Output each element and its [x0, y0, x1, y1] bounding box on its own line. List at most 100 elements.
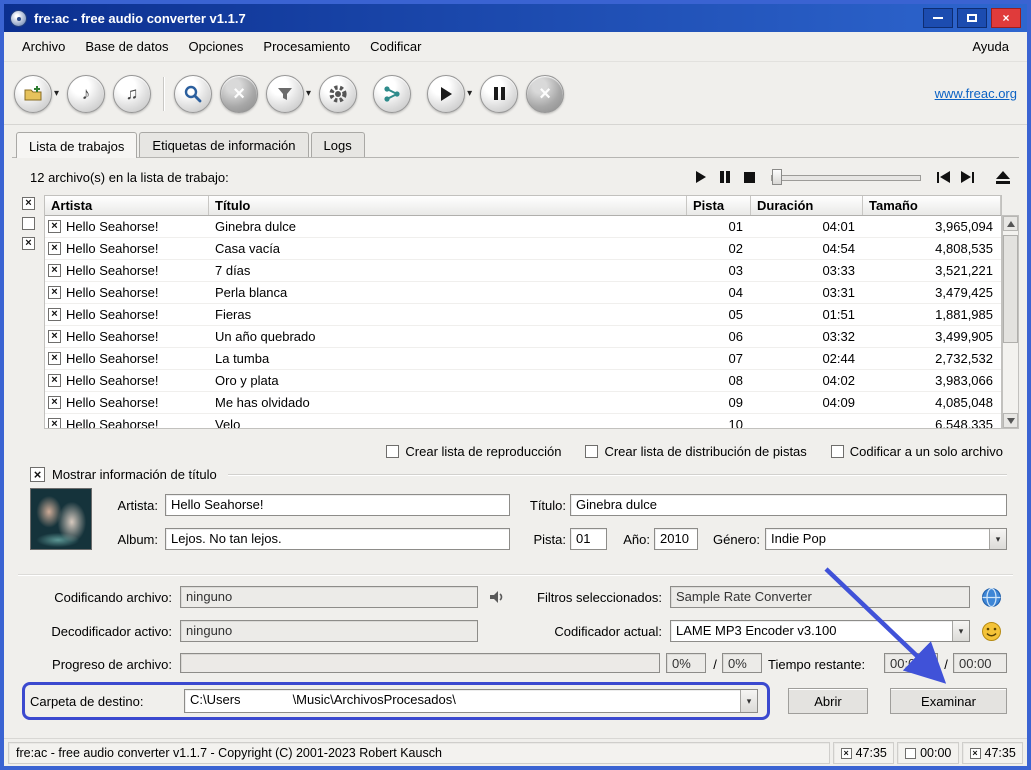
stop-encoding-button[interactable]: × [526, 74, 565, 113]
table-row[interactable]: × Hello Seahorse! Velo 10 6,548,335 [45, 414, 1001, 428]
add-files-dropdown-arrow[interactable]: ▾ [54, 88, 59, 99]
menu-opciones[interactable]: Opciones [178, 35, 253, 58]
row-checkbox[interactable]: × [48, 264, 61, 277]
previous-track-button[interactable] [931, 167, 955, 187]
output-folder-combo[interactable]: C:\Users \Music\ArchivosProcesados\ ▾ [184, 689, 758, 713]
toggle-selection-checkbox[interactable]: × [22, 237, 35, 250]
freac-website-link[interactable]: www.freac.org [935, 86, 1017, 101]
table-row[interactable]: × Hello Seahorse! Fieras 05 01:51 1,881,9… [45, 304, 1001, 326]
table-row[interactable]: × Hello Seahorse! Perla blanca 04 03:31 3… [45, 282, 1001, 304]
add-files-button[interactable] [14, 74, 52, 113]
create-playlist-option[interactable]: Crear lista de reproducción [386, 444, 561, 459]
cell-title: Un año quebrado [215, 329, 316, 344]
table-row[interactable]: × Hello Seahorse! Me has olvidado 09 04:0… [45, 392, 1001, 414]
seek-slider[interactable] [771, 168, 921, 186]
row-checkbox[interactable]: × [48, 352, 61, 365]
tab-etiquetas-de-informacion[interactable]: Etiquetas de información [139, 132, 309, 157]
eject-button[interactable] [991, 167, 1015, 187]
scrollbar-thumb[interactable] [1003, 235, 1018, 343]
table-row[interactable]: × Hello Seahorse! La tumba 07 02:44 2,732… [45, 348, 1001, 370]
track-field[interactable]: 01 [570, 528, 607, 550]
minimize-button[interactable] [923, 8, 953, 28]
genre-dropdown-button[interactable]: ▾ [989, 529, 1006, 549]
seek-slider-thumb[interactable] [772, 169, 782, 185]
playlist-button[interactable]: ♫ [113, 74, 152, 113]
filters-globe-button[interactable] [980, 586, 1002, 608]
tab-lista-de-trabajos[interactable]: Lista de trabajos [16, 132, 138, 158]
select-all-checkbox[interactable]: × [22, 197, 35, 210]
app-cd-icon [10, 9, 27, 27]
table-row[interactable]: × Hello Seahorse! Un año quebrado 06 03:3… [45, 326, 1001, 348]
close-button[interactable]: × [991, 8, 1021, 28]
scroll-up-button[interactable] [1003, 216, 1018, 231]
configure-encoder-button[interactable] [319, 74, 358, 113]
tab-logs[interactable]: Logs [310, 132, 365, 157]
table-body: × Hello Seahorse! Ginebra dulce 01 04:01 … [45, 216, 1001, 428]
vertical-scrollbar[interactable] [1002, 215, 1019, 429]
general-settings-button[interactable]: × [220, 74, 259, 113]
row-checkbox[interactable]: × [48, 330, 61, 343]
encoding-file-field: ninguno [180, 586, 478, 608]
cddb-query-button[interactable] [174, 74, 213, 113]
column-header-titulo[interactable]: Título [209, 196, 687, 215]
add-files-icon [24, 85, 42, 100]
encoder-dropdown-button[interactable]: ▾ [952, 621, 969, 641]
start-encoding-dropdown-arrow[interactable]: ▾ [467, 88, 472, 99]
row-checkbox[interactable]: × [48, 418, 61, 428]
create-cuesheet-option[interactable]: Crear lista de distribución de pistas [585, 444, 807, 459]
select-none-checkbox[interactable] [22, 217, 35, 230]
current-encoder-combo[interactable]: LAME MP3 Encoder v3.100 ▾ [670, 620, 970, 642]
encoder-settings-button[interactable] [980, 620, 1002, 642]
browse-folder-button[interactable]: Examinar [890, 688, 1007, 714]
artist-field[interactable]: Hello Seahorse! [165, 494, 510, 516]
start-encoding-button[interactable] [427, 74, 466, 113]
title-field[interactable]: Ginebra dulce [570, 494, 1007, 516]
stop-button[interactable] [737, 167, 761, 187]
album-art[interactable] [30, 488, 92, 550]
share-button[interactable] [373, 74, 412, 113]
row-checkbox[interactable]: × [48, 308, 61, 321]
pause-button[interactable] [713, 167, 737, 187]
output-folder-dropdown-button[interactable]: ▾ [740, 690, 757, 712]
row-checkbox[interactable]: × [48, 220, 61, 233]
menu-procesamiento[interactable]: Procesamiento [253, 35, 360, 58]
genre-label: Género: [713, 532, 760, 547]
column-header-artista[interactable]: Artista [45, 196, 209, 215]
create-playlist-checkbox[interactable] [386, 444, 400, 458]
table-row[interactable]: × Hello Seahorse! 7 días 03 03:33 3,521,2… [45, 260, 1001, 282]
cell-duration: 04:02 [822, 373, 855, 388]
column-header-pista[interactable]: Pista [687, 196, 751, 215]
statusbar-copyright: fre:ac - free audio converter v1.1.7 - C… [8, 742, 830, 764]
table-row[interactable]: × Hello Seahorse! Casa vacía 02 04:54 4,8… [45, 238, 1001, 260]
single-file-option[interactable]: Codificar a un solo archivo [830, 444, 1003, 459]
row-checkbox[interactable]: × [48, 374, 61, 387]
create-cuesheet-checkbox[interactable] [585, 444, 599, 458]
menu-codificar[interactable]: Codificar [360, 35, 431, 58]
row-checkbox[interactable]: × [48, 242, 61, 255]
table-row[interactable]: × Hello Seahorse! Oro y plata 08 04:02 3,… [45, 370, 1001, 392]
table-row[interactable]: × Hello Seahorse! Ginebra dulce 01 04:01 … [45, 216, 1001, 238]
row-checkbox[interactable]: × [48, 396, 61, 409]
play-button[interactable] [689, 167, 713, 187]
genre-combo[interactable]: Indie Pop ▾ [765, 528, 1007, 550]
next-track-button[interactable] [955, 167, 979, 187]
year-field[interactable]: 2010 [654, 528, 698, 550]
menu-archivo[interactable]: Archivo [12, 35, 75, 58]
column-header-duracion[interactable]: Duración [751, 196, 863, 215]
row-checkbox[interactable]: × [48, 286, 61, 299]
menu-ayuda[interactable]: Ayuda [962, 35, 1019, 58]
scroll-down-button[interactable] [1003, 413, 1018, 428]
maximize-button[interactable] [957, 8, 987, 28]
add-audio-cd-button[interactable]: ♪ [67, 74, 106, 113]
show-title-info-checkbox[interactable]: × [30, 466, 45, 482]
column-header-tamano[interactable]: Tamaño [863, 196, 1001, 215]
menu-base-de-datos[interactable]: Base de datos [75, 35, 178, 58]
filter-button[interactable] [266, 74, 305, 113]
file-progress-label: Progreso de archivo: [52, 657, 172, 672]
album-field[interactable]: Lejos. No tan lejos. [165, 528, 510, 550]
open-folder-button[interactable]: Abrir [788, 688, 868, 714]
filter-dropdown-arrow[interactable]: ▾ [306, 88, 311, 99]
copyright-text: fre:ac - free audio converter v1.1.7 - C… [16, 746, 442, 760]
pause-encoding-button[interactable] [480, 74, 519, 113]
single-file-checkbox[interactable] [830, 444, 844, 458]
